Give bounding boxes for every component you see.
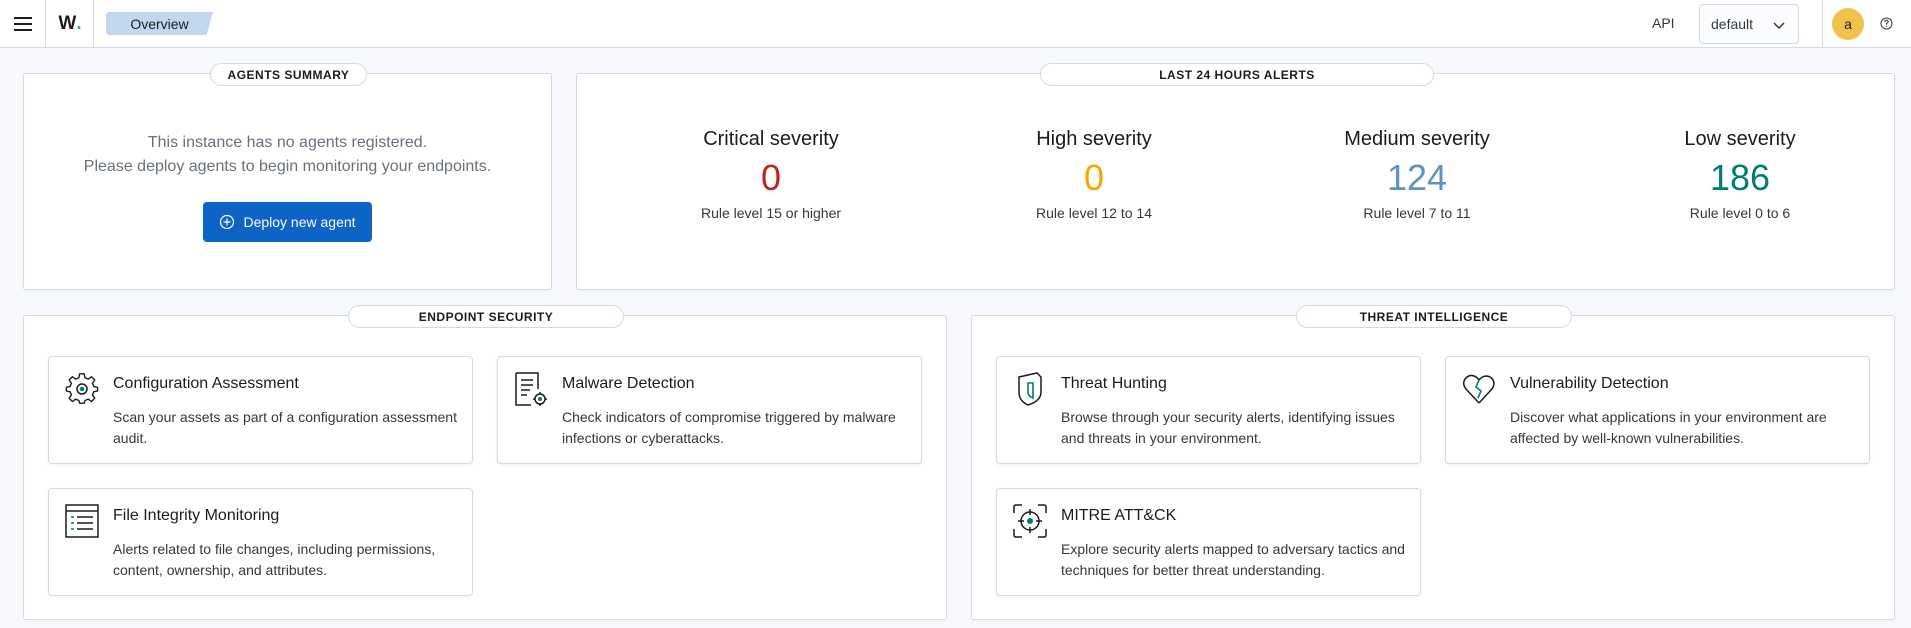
card-title: File Integrity Monitoring — [113, 507, 280, 524]
api-selector-value: default — [1711, 16, 1754, 32]
agents-summary-title: AGENTS SUMMARY — [210, 63, 367, 86]
agents-summary-panel: AGENTS SUMMARY This instance has no agen… — [23, 63, 552, 290]
card-desc: Explore security alerts mapped to advers… — [1061, 541, 1405, 578]
card-title: Vulnerability Detection — [1510, 375, 1669, 392]
card-desc: Check indicators of compromise triggered… — [562, 409, 896, 446]
card-desc: Scan your assets as part of a configurat… — [113, 409, 457, 446]
alert-critical-value[interactable]: 0 — [651, 155, 891, 199]
heart-broken-icon — [1462, 374, 1495, 404]
card-malware-detection[interactable]: Malware Detection Check indicators of co… — [497, 356, 922, 464]
agents-empty-message-line1: This instance has no agents registered. — [147, 134, 428, 151]
alerts-panel-title: LAST 24 HOURS ALERTS — [1040, 63, 1434, 86]
alert-medium-label: Medium severity — [1344, 128, 1490, 150]
endpoint-security-title: ENDPOINT SECURITY — [348, 305, 624, 328]
card-file-integrity-monitoring[interactable]: File Integrity Monitoring Alerts related… — [48, 488, 473, 596]
alert-high-label: High severity — [1036, 128, 1152, 150]
endpoint-security-panel: ENDPOINT SECURITY Configuration Assessme… — [23, 305, 947, 620]
alert-high[interactable]: High severity 0 Rule level 12 to 14 — [974, 126, 1214, 221]
card-vulnerability-detection[interactable]: Vulnerability Detection Discover what ap… — [1445, 356, 1870, 464]
breadcrumb-overview[interactable]: Overview — [106, 12, 213, 35]
user-avatar[interactable]: a — [1832, 8, 1864, 40]
list-icon — [65, 504, 99, 538]
alert-medium-value[interactable]: 124 — [1297, 155, 1537, 199]
alert-low-value[interactable]: 186 — [1620, 155, 1860, 199]
card-title: MITRE ATT&CK — [1061, 507, 1177, 524]
api-link[interactable]: API — [1652, 15, 1675, 31]
deploy-new-agent-button[interactable]: Deploy new agent — [203, 202, 372, 242]
hamburger-icon — [13, 17, 32, 31]
alert-high-desc: Rule level 12 to 14 — [1036, 205, 1152, 221]
menu-button[interactable] — [0, 0, 46, 48]
app-logo[interactable]: W. — [47, 0, 94, 48]
alert-critical-label: Critical severity — [703, 128, 839, 150]
top-header: W. Overview API default a — [0, 0, 1911, 48]
logo-dot: . — [76, 13, 82, 34]
alert-low-desc: Rule level 0 to 6 — [1689, 205, 1791, 221]
gear-icon — [65, 373, 99, 404]
card-title: Malware Detection — [562, 375, 695, 392]
card-title: Configuration Assessment — [113, 375, 299, 392]
alert-critical-desc: Rule level 15 or higher — [700, 205, 842, 221]
document-gear-icon — [515, 372, 547, 406]
card-configuration-assessment[interactable]: Configuration Assessment Scan your asset… — [48, 356, 473, 464]
alert-medium[interactable]: Medium severity 124 Rule level 7 to 11 — [1297, 126, 1537, 221]
alert-low-label: Low severity — [1684, 128, 1796, 150]
alert-low[interactable]: Low severity 186 Rule level 0 to 6 — [1620, 126, 1860, 221]
api-selector[interactable]: default — [1699, 4, 1799, 44]
threat-intelligence-panel: THREAT INTELLIGENCE Threat Hunting Brows… — [971, 305, 1895, 620]
card-desc: Browse through your security alerts, ide… — [1061, 409, 1395, 446]
card-desc: Alerts related to file changes, includin… — [113, 541, 436, 578]
chevron-down-icon — [1773, 22, 1785, 30]
alert-high-value[interactable]: 0 — [974, 155, 1214, 199]
plus-circle-icon — [220, 214, 235, 230]
alert-critical[interactable]: Critical severity 0 Rule level 15 or hig… — [651, 126, 891, 221]
card-mitre-attack[interactable]: MITRE ATT&CK Explore security alerts map… — [996, 488, 1421, 596]
card-title: Threat Hunting — [1061, 375, 1167, 392]
agents-empty-message-line2: Please deploy agents to begin monitoring… — [83, 158, 492, 175]
card-desc: Discover what applications in your envir… — [1510, 409, 1827, 446]
shield-icon — [1018, 372, 1042, 406]
logo-text: W — [58, 13, 77, 34]
crosshair-icon — [1013, 504, 1047, 538]
header-divider — [1822, 0, 1823, 48]
help-icon[interactable] — [1880, 17, 1893, 30]
alert-medium-desc: Rule level 7 to 11 — [1363, 205, 1471, 221]
deploy-new-agent-label: Deploy new agent — [243, 214, 356, 230]
card-threat-hunting[interactable]: Threat Hunting Browse through your secur… — [996, 356, 1421, 464]
threat-intelligence-title: THREAT INTELLIGENCE — [1296, 305, 1572, 328]
alerts-panel: LAST 24 HOURS ALERTS Critical severity 0… — [576, 63, 1895, 290]
